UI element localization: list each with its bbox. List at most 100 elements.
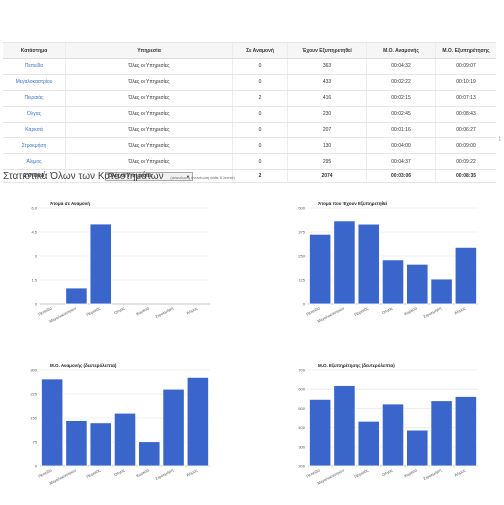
- chart-avg-wait: Μ.Ο. Αναμονής (δευτερόλεπτα) 0 75 150 225 300…: [22, 360, 214, 505]
- y-tick-label: 3: [35, 254, 38, 259]
- section-title: Στατιστικά Όλων των Καταστημάτων: [3, 171, 164, 182]
- y-tick-label: 75: [33, 440, 38, 445]
- bar[interactable]: [309, 398, 332, 467]
- bar[interactable]: [406, 429, 429, 467]
- x-tick-label: Πειραιάς: [353, 467, 369, 479]
- chart-title: Άτομα σε Αναμονή: [50, 201, 90, 206]
- y-tick-label: 225: [30, 392, 37, 397]
- x-tick-label: Άλιμος: [453, 305, 466, 315]
- bar[interactable]: [186, 376, 209, 467]
- cell-avg-service: 00:10:19: [435, 74, 496, 91]
- cell-service: Όλες οι Υπηρεσίες: [65, 106, 233, 123]
- cell-avg-service: 00:07:13: [435, 90, 496, 107]
- store-link[interactable]: Πειραιάς: [3, 90, 66, 107]
- cell-served: 207: [287, 122, 367, 139]
- bar[interactable]: [454, 396, 477, 467]
- cell-waiting: 0: [232, 122, 288, 139]
- store-link[interactable]: Καρκσά: [3, 122, 66, 139]
- x-tick-label: Άλιμος: [453, 467, 466, 477]
- cell-avg-service: 00:09:00: [435, 137, 496, 155]
- cell-service: Όλες οι Υπηρεσίες: [65, 58, 233, 75]
- bar[interactable]: [333, 220, 356, 305]
- section-note: (ανανέωση ανανέωση κάθε 5 λεπτά): [170, 175, 235, 180]
- store-link[interactable]: Ολγας: [3, 106, 66, 123]
- y-tick-label: 125: [298, 278, 305, 283]
- y-tick-label: 200: [298, 464, 305, 469]
- y-tick-label: 250: [298, 254, 305, 259]
- x-tick-label: Πειραιάς: [353, 305, 369, 317]
- totals-avg-service: 00:08:35: [435, 169, 496, 184]
- x-tick-label: Πειραιάς: [85, 305, 101, 317]
- cell-waiting: 0: [232, 153, 288, 171]
- x-tick-label: Καρκσά: [403, 305, 418, 316]
- cell-waiting: 0: [232, 58, 288, 75]
- cell-served: 130: [287, 137, 367, 155]
- x-tick-label: Στροκμήση: [154, 467, 174, 481]
- stats-table: Κατάστημα Υπηρεσία Σε Αναμονή Έχουν Εξυπ…: [3, 42, 496, 184]
- x-tick-label: Πεπείδα: [305, 467, 321, 479]
- cell-service: Όλες οι Υπηρεσίες: [65, 122, 233, 139]
- cell-served: 295: [287, 153, 367, 171]
- bar[interactable]: [309, 233, 332, 305]
- bar[interactable]: [381, 403, 405, 467]
- chart-title: Άτομα που Έχουν Εξυπηρετηθεί: [318, 201, 388, 207]
- cell-waiting: 2: [232, 90, 288, 107]
- bar[interactable]: [41, 378, 64, 467]
- drag-handle-icon[interactable]: ⁞: [499, 137, 501, 143]
- y-tick-label: 500: [298, 206, 305, 211]
- totals-avg-wait: 00:03:06: [366, 169, 436, 184]
- bar[interactable]: [89, 223, 112, 305]
- x-tick-label: Μεγαλοκαστρίου: [49, 305, 77, 323]
- bar[interactable]: [430, 278, 453, 305]
- bar[interactable]: [162, 388, 185, 467]
- x-tick-label: Στροκμήση: [154, 305, 174, 319]
- bar[interactable]: [65, 287, 88, 305]
- cell-service: Όλες οι Υπηρεσίες: [65, 153, 233, 171]
- chart-served: Άτομα που Έχουν Εξυπηρετηθεί 0 125 250 375 50…: [290, 198, 482, 343]
- bar[interactable]: [333, 385, 356, 467]
- x-tick-label: Πεπείδα: [37, 467, 53, 479]
- store-link[interactable]: Μεγαλοκαστρίου: [3, 74, 66, 91]
- bar[interactable]: [357, 420, 380, 467]
- chart-title: Μ.Ο. Αναμονής (δευτερόλεπτα): [50, 363, 117, 369]
- y-tick-label: 6.0: [31, 206, 37, 211]
- table-row: Καρκσά Όλες οι Υπηρεσίες 0 207 00:01:16 00:06…: [3, 122, 496, 139]
- y-tick-label: 150: [30, 416, 37, 421]
- y-tick-label: 0: [35, 464, 38, 469]
- x-tick-label: Άλιμος: [185, 305, 198, 315]
- store-link[interactable]: Πεπείδα: [3, 58, 66, 75]
- cell-avg-wait: 00:04:37: [366, 153, 436, 171]
- cell-service: Όλες οι Υπηρεσίες: [65, 137, 233, 155]
- bar[interactable]: [406, 263, 429, 305]
- y-tick-label: 375: [298, 230, 305, 235]
- x-tick-label: Στροκμήση: [422, 305, 442, 319]
- table-row: Άλιμος Όλες οι Υπηρεσίες 0 295 00:04:37 00:09…: [3, 153, 496, 171]
- bar[interactable]: [138, 441, 161, 467]
- bar[interactable]: [454, 246, 477, 305]
- cell-avg-wait: 00:04:32: [366, 58, 436, 75]
- bar[interactable]: [357, 223, 380, 305]
- bar[interactable]: [381, 259, 405, 305]
- cell-served: 230: [287, 106, 367, 123]
- col-avg-service: Μ.Ο. Εξυπηρέτησης: [435, 42, 496, 59]
- cell-avg-service: 00:08:43: [435, 106, 496, 123]
- store-link[interactable]: Στροκμήση: [3, 137, 66, 155]
- bar[interactable]: [89, 422, 112, 467]
- table-row: Μεγαλοκαστρίου Όλες οι Υπηρεσίες 0 433 00:02…: [3, 74, 496, 91]
- x-tick-label: Καρκσά: [135, 305, 150, 316]
- store-link[interactable]: Άλιμος: [3, 153, 66, 171]
- x-tick-label: Πειραιάς: [85, 467, 101, 479]
- x-tick-label: Ολγας: [113, 305, 125, 315]
- x-tick-label: Μεγαλοκαστρίου: [49, 467, 77, 485]
- y-tick-label: 300: [298, 444, 305, 449]
- table-header-row: Κατάστημα Υπηρεσία Σε Αναμονή Έχουν Εξυπ…: [3, 42, 496, 59]
- cell-served: 363: [287, 58, 367, 75]
- y-tick-label: 1.5: [31, 278, 37, 283]
- bar[interactable]: [65, 420, 88, 467]
- x-tick-label: Ολγας: [381, 305, 393, 315]
- cell-waiting: 0: [232, 106, 288, 123]
- bar[interactable]: [113, 412, 137, 467]
- bar[interactable]: [430, 400, 453, 467]
- bar-chart: Άτομα που Έχουν Εξυπηρετηθεί 0 125 250 375 50…: [298, 201, 478, 324]
- x-tick-label: Πεπείδα: [37, 305, 53, 317]
